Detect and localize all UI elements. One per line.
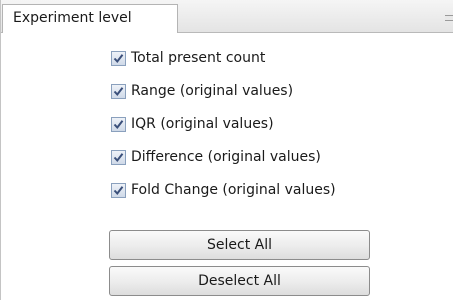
checkmark-icon [113,186,124,196]
option-iqr-original-values[interactable]: IQR (original values) [111,114,371,147]
option-label: IQR (original values) [131,116,274,132]
option-difference-original-values[interactable]: Difference (original values) [111,147,371,180]
tab-bar: Experiment level [1,0,453,33]
checkbox[interactable] [111,183,126,198]
option-label: Difference (original values) [131,149,321,165]
checkmark-icon [113,87,124,97]
minimize-icon[interactable] [445,15,453,21]
statistics-options-list: Total present count Range (original valu… [111,48,371,213]
option-label: Range (original values) [131,83,294,99]
tab-experiment-level[interactable]: Experiment level [2,4,178,33]
checkmark-icon [113,153,124,163]
checkbox[interactable] [111,117,126,132]
experiment-level-panel: Experiment level Total present count Ran… [0,0,453,300]
option-label: Fold Change (original values) [131,182,336,198]
option-fold-change-original-values[interactable]: Fold Change (original values) [111,180,371,213]
checkbox[interactable] [111,150,126,165]
checkmark-icon [113,54,124,64]
checkmark-icon [113,120,124,130]
deselect-all-button[interactable]: Deselect All [109,266,370,296]
option-range-original-values[interactable]: Range (original values) [111,81,371,114]
checkbox[interactable] [111,84,126,99]
option-label: Total present count [131,50,266,66]
checkbox[interactable] [111,51,126,66]
option-total-present-count[interactable]: Total present count [111,48,371,81]
select-all-button[interactable]: Select All [109,230,370,260]
